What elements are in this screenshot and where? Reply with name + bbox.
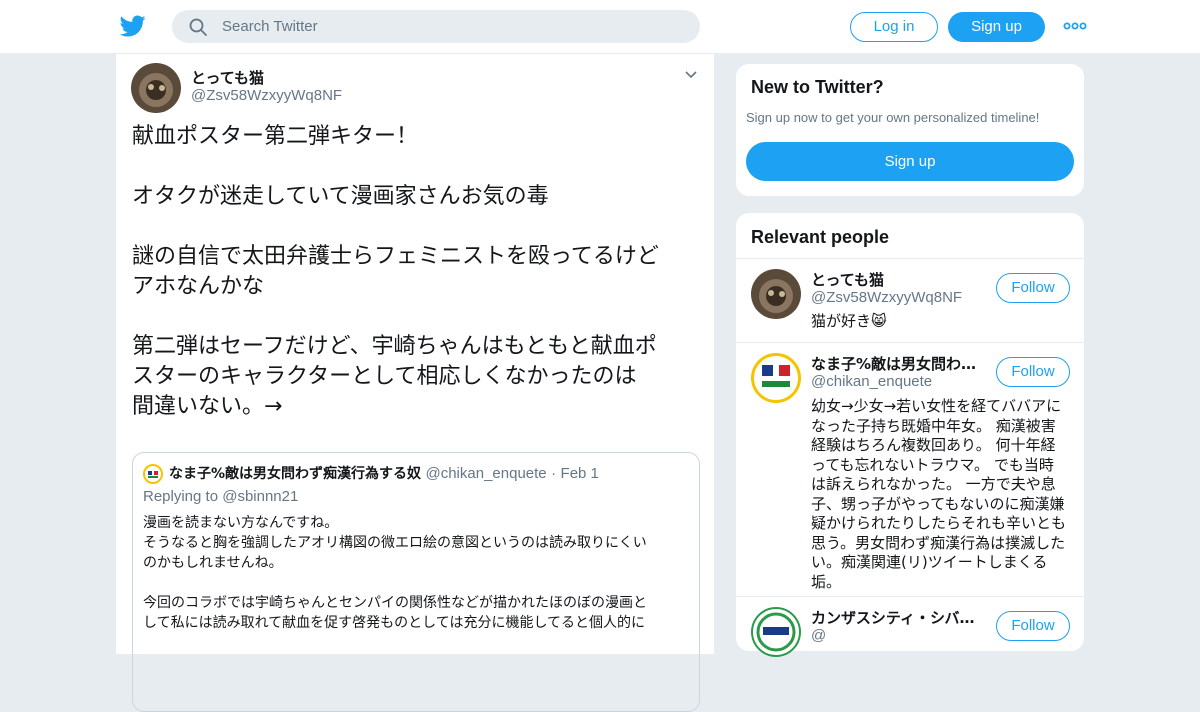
- replying-to-link[interactable]: @sbinnn21: [222, 488, 298, 505]
- cat-photo-icon: [131, 63, 181, 113]
- author-name[interactable]: とっても猫: [191, 67, 264, 88]
- separator-dot: ·: [551, 465, 557, 482]
- new-card-title: New to Twitter?: [751, 77, 884, 97]
- badge-logo-icon: [148, 471, 158, 478]
- person-handle[interactable]: @Zsv58WzxyyWq8NF: [811, 289, 962, 306]
- replying-prefix: Replying to: [143, 488, 219, 505]
- person-item[interactable]: なま子%敵は男女問わず痴漢行為する奴 @chikan_enquete 幼女→少女…: [736, 342, 1086, 596]
- relevant-title: Relevant people: [751, 227, 890, 247]
- signup-button[interactable]: Sign up: [948, 12, 1045, 42]
- search-input[interactable]: [222, 10, 682, 43]
- quoted-date[interactable]: Feb 1: [561, 465, 599, 482]
- new-card-subtitle: Sign up now to get your own personalized…: [746, 110, 1040, 125]
- person-name[interactable]: とっても猫: [811, 269, 991, 290]
- author-handle[interactable]: @Zsv58WzxyyWq8NF: [191, 87, 342, 104]
- more-dots-icon[interactable]: [1063, 19, 1087, 33]
- quoted-author-avatar: [143, 464, 163, 484]
- person-item[interactable]: カンザスシティ・シバ… @ Follow: [736, 596, 1086, 657]
- top-navigation-bar: Log in Sign up: [0, 0, 1200, 54]
- quoted-text: 漫画を読まない方なんですね。 そうなると胸を強調したアオリ構図の微エロ絵の意図と…: [143, 515, 647, 631]
- author-avatar[interactable]: [131, 63, 181, 113]
- person-name[interactable]: なま子%敵は男女問わず痴漢行為する奴: [811, 353, 991, 374]
- person-avatar[interactable]: [751, 607, 801, 657]
- quoted-author-name[interactable]: なま子%敵は男女問わず痴漢行為する奴: [169, 466, 421, 482]
- person-handle[interactable]: @chikan_enquete: [811, 373, 932, 390]
- sidebar-signup-button[interactable]: Sign up: [746, 142, 1074, 181]
- chevron-down-icon[interactable]: [684, 70, 698, 80]
- relevant-people-card: Relevant people とっても猫 @Zsv58WzxyyWq8NF 猫…: [735, 212, 1086, 657]
- person-item[interactable]: とっても猫 @Zsv58WzxyyWq8NF 猫が好き😸 Follow: [736, 258, 1086, 342]
- person-avatar[interactable]: [751, 269, 801, 319]
- follow-button[interactable]: Follow: [996, 357, 1070, 387]
- sports-logo-icon: [756, 612, 796, 652]
- tweet-text: 献血ポスター第二弾キター！ オタクが迷走していて漫画家さんお気の毒 謎の自信で太…: [132, 124, 659, 419]
- follow-button[interactable]: Follow: [996, 273, 1070, 303]
- person-bio: 猫が好き😸: [811, 312, 887, 330]
- replying-to: Replying to @sbinnn21: [143, 488, 298, 505]
- new-to-twitter-card: New to Twitter? Sign up now to get your …: [735, 63, 1085, 197]
- tweet-panel: とっても猫 @Zsv58WzxyyWq8NF 献血ポスター第二弾キター！ オタク…: [115, 54, 715, 712]
- login-button[interactable]: Log in: [850, 12, 938, 42]
- quoted-author-handle[interactable]: @chikan_enquete: [425, 465, 546, 482]
- search-box[interactable]: [172, 10, 700, 43]
- follow-button[interactable]: Follow: [996, 611, 1070, 641]
- search-icon: [189, 18, 207, 36]
- badge-logo-icon: [762, 365, 790, 387]
- cat-photo-icon: [751, 269, 801, 319]
- person-avatar[interactable]: [751, 353, 801, 403]
- quoted-tweet[interactable]: なま子%敵は男女問わず痴漢行為する奴 @chikan_enquete · Feb…: [132, 452, 700, 712]
- person-name[interactable]: カンザスシティ・シバ…: [811, 607, 991, 628]
- quoted-header: なま子%敵は男女問わず痴漢行為する奴 @chikan_enquete · Feb…: [169, 463, 599, 483]
- twitter-bird-icon[interactable]: [120, 13, 146, 39]
- person-bio: 幼女→少女→若い女性を経てババアに なった子持ち既婚中年女。 痴漢被害 経験はち…: [811, 397, 1067, 591]
